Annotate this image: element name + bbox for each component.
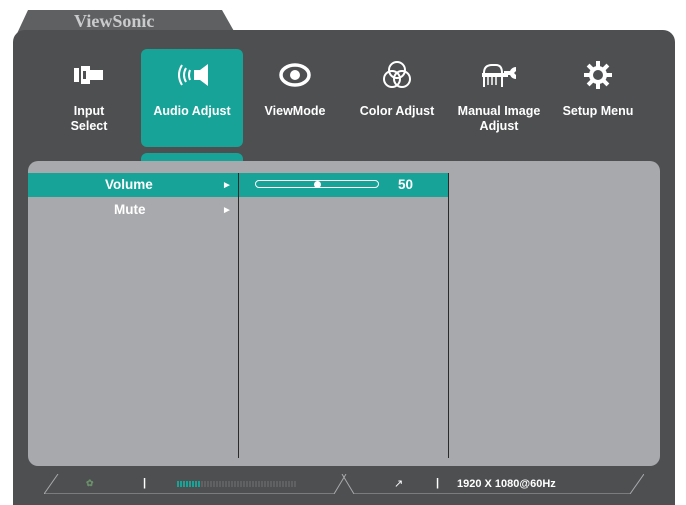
volume-bar-segment [294,481,296,487]
menu-item-label: Manual Image Adjust [457,104,541,133]
brand-logo: ViewSonic [74,11,155,31]
input-select-icon [38,57,140,93]
volume-bar-segment [279,481,281,487]
external-link-icon: ↗ [394,478,404,490]
volume-bar-segment [246,481,248,487]
gear-icon [547,57,649,93]
volume-bar-segment [204,481,206,487]
volume-bar-segment [210,481,212,487]
volume-value: 50 [398,177,414,192]
volume-bar-segment [249,481,251,487]
menu-item-setup-menu[interactable]: Setup Menu [547,49,649,147]
divider [448,173,449,458]
submenu-item-mute[interactable]: Mute [114,202,146,217]
status-bar: ✿ | ↗ | 1920 X 1080@60Hz [44,474,644,494]
volume-bar-segment [222,481,224,487]
menu-item-viewmode[interactable]: ViewMode [244,49,346,147]
hand-wrench-icon [448,57,550,93]
volume-bar-segment [270,481,272,487]
volume-bar-segment [198,481,200,487]
menu-item-input-select[interactable]: Input Select [38,49,140,147]
resolution-text: 1920 X 1080@60Hz [457,478,556,490]
volume-bar-segment [267,481,269,487]
volume-bar-segment [228,481,230,487]
volume-bar-segment [186,481,188,487]
volume-bar-segment [240,481,242,487]
volume-bar-segment [255,481,257,487]
volume-bar-segment [192,481,194,487]
volume-bar-segment [180,481,182,487]
volume-bar-segment [252,481,254,487]
submenu-arrow-icon: ► [222,180,232,191]
menu-item-label: Setup Menu [562,104,634,118]
menu-item-label: Audio Adjust [153,104,231,118]
menu-item-label: ViewMode [264,104,326,118]
menu-item-manual-image-adjust[interactable]: Manual Image Adjust [448,49,550,147]
volume-bar-segment [183,481,185,487]
volume-bar-segment [189,481,191,487]
eye-icon [244,57,346,93]
volume-bar-segment [231,481,233,487]
color-circles-icon [346,57,448,93]
volume-bar-segment [273,481,275,487]
submenu-arrow-icon: ► [222,205,232,216]
volume-bar-segment [216,481,218,487]
volume-bar-segment [177,481,179,487]
menu-item-audio-adjust[interactable]: Audio Adjust [141,49,243,147]
volume-bar-segment [276,481,278,487]
divider [238,173,239,458]
volume-bar-segment [291,481,293,487]
menu-item-label: Input Select [70,104,108,133]
submenu-item-label: Volume [105,177,153,192]
volume-bar-segment [288,481,290,487]
volume-bar-segment [285,481,287,487]
volume-bar-segment [264,481,266,487]
volume-bar-segment [195,481,197,487]
status-separator: | [436,477,440,489]
volume-slider-handle[interactable] [313,181,321,188]
volume-bar-segment [225,481,227,487]
volume-bar-segment [282,481,284,487]
volume-bar-segment [234,481,236,487]
volume-bar-segment [243,481,245,487]
volume-bar-segment [201,481,203,487]
volume-bar-segment [207,481,209,487]
volume-bar-segment [237,481,239,487]
volume-bar-segment [219,481,221,487]
status-separator: | [143,477,147,489]
menu-item-color-adjust[interactable]: Color Adjust [346,49,448,147]
settings-panel: Volume ► Mute ► 50 [28,161,660,466]
volume-bar-segment [213,481,215,487]
volume-bar-segment [261,481,263,487]
eco-icon: ✿ [86,478,94,488]
speaker-icon [141,57,243,93]
volume-bar-segment [258,481,260,487]
menu-item-label: Color Adjust [359,104,435,118]
